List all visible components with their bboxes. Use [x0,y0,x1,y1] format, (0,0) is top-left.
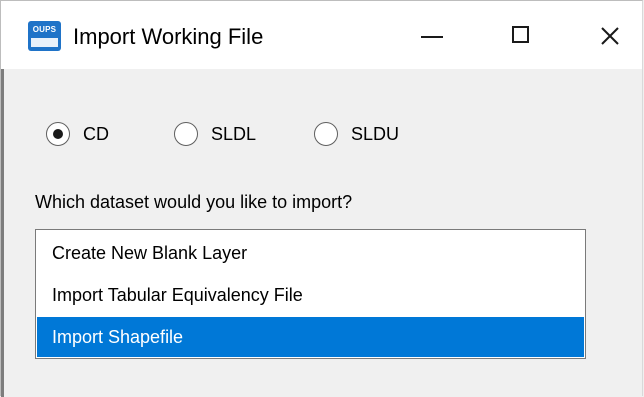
list-item-import-tabular-equivalency-file[interactable]: Import Tabular Equivalency File [37,275,584,315]
radio-button-sldl[interactable] [174,122,198,146]
radio-label-cd: CD [83,123,109,144]
radio-button-cd[interactable] [46,122,70,146]
radio-label-sldu: SLDU [351,123,400,144]
dataset-question-label: Which dataset would you like to import? [35,192,353,212]
import-working-file-dialog: OUPS Import Working File CD SLDL SLDU Wh… [0,0,643,397]
dataset-listbox[interactable]: Create New Blank Layer Import Tabular Eq… [35,229,586,359]
window-title: Import Working File [73,24,264,49]
window-edge [1,69,4,397]
radio-label-sldl: SLDL [211,123,257,144]
radio-button-sldu[interactable] [314,122,338,146]
list-item-create-new-blank-layer[interactable]: Create New Blank Layer [37,233,584,273]
maximize-button[interactable] [491,13,551,57]
radio-option-sldu[interactable]: SLDU [314,119,399,149]
close-button[interactable] [581,13,641,57]
oups-app-icon: OUPS [28,21,61,51]
radio-option-sldl[interactable]: SLDL [174,119,256,149]
district-type-radio-group: CD SLDL SLDU [46,119,446,149]
title-bar[interactable]: OUPS Import Working File [1,1,642,69]
app-icon-text: OUPS [32,25,57,34]
minimize-icon [421,36,443,38]
list-item-import-shapefile[interactable]: Import Shapefile [37,317,584,357]
minimize-button[interactable] [401,13,461,57]
maximize-icon [512,26,529,43]
close-icon [601,27,619,45]
app-icon-bar [31,38,58,47]
radio-option-cd[interactable]: CD [46,119,109,149]
